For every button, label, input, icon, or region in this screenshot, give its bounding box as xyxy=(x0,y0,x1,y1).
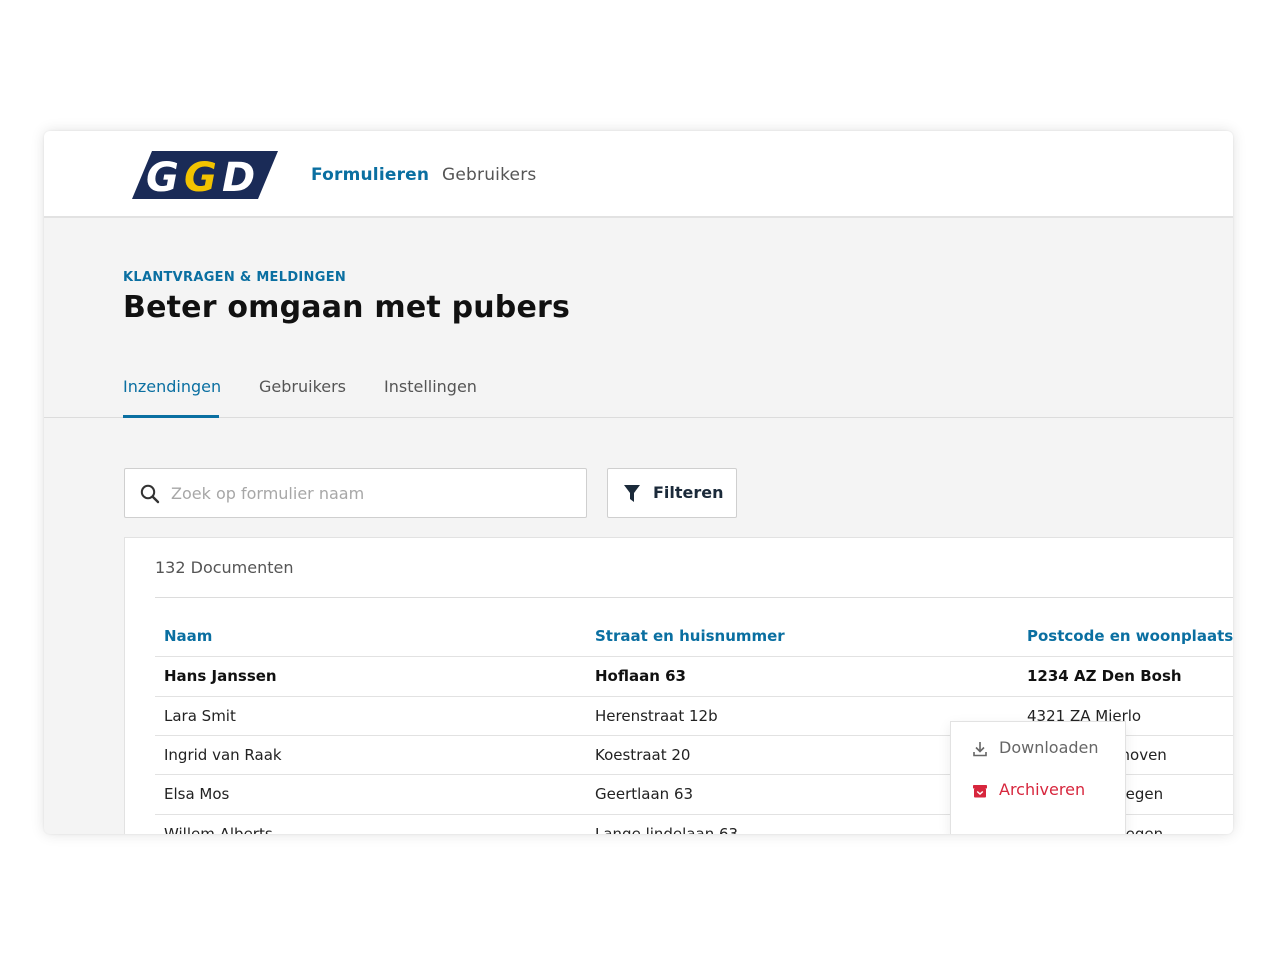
cell-street: Geertlaan 63 xyxy=(595,785,694,803)
cell-postal: 1234 AZ Den Bosh xyxy=(1027,667,1182,685)
cell-street: Herenstraat 12b xyxy=(595,707,718,725)
top-navigation-bar: G G D Formulieren Gebruikers xyxy=(44,131,1233,218)
topnav-gebruikers[interactable]: Gebruikers xyxy=(442,165,536,185)
ggd-logo[interactable]: G G D xyxy=(132,151,278,199)
search-input[interactable] xyxy=(171,469,571,517)
tab-inzendingen[interactable]: Inzendingen xyxy=(123,377,221,396)
svg-text:D: D xyxy=(222,155,255,199)
row-context-menu: Downloaden Archiveren xyxy=(950,721,1126,834)
svg-text:G: G xyxy=(146,155,179,199)
tab-instellingen[interactable]: Instellingen xyxy=(384,377,477,396)
cell-name: Lara Smit xyxy=(164,707,236,725)
cell-street: Hoflaan 63 xyxy=(595,667,686,685)
cell-street: Lange lindelaan 63 xyxy=(595,825,739,834)
archive-label: Archiveren xyxy=(999,780,1086,799)
cell-name: Willem Alberts xyxy=(164,825,273,834)
breadcrumb-eyebrow: KLANTVRAGEN & MELDINGEN xyxy=(123,270,347,285)
column-header-postcode[interactable]: Postcode en woonplaats xyxy=(1027,627,1233,645)
column-header-straat[interactable]: Straat en huisnummer xyxy=(595,627,785,645)
document-count: 132 Documenten xyxy=(155,558,294,577)
cell-name: Hans Janssen xyxy=(164,667,277,685)
search-box[interactable] xyxy=(124,468,587,518)
download-label: Downloaden xyxy=(999,738,1099,757)
cell-name: Ingrid van Raak xyxy=(164,746,282,764)
tab-gebruikers[interactable]: Gebruikers xyxy=(259,377,346,396)
column-header-naam[interactable]: Naam xyxy=(164,627,212,645)
filter-icon xyxy=(624,485,640,502)
download-icon xyxy=(973,742,987,757)
divider xyxy=(155,597,1233,598)
tab-bar: Inzendingen Gebruikers Instellingen xyxy=(44,367,1233,418)
download-menu-item[interactable]: Downloaden xyxy=(951,732,1125,768)
filter-button[interactable]: Filteren xyxy=(607,468,737,518)
archive-menu-item[interactable]: Archiveren xyxy=(951,774,1125,810)
cell-name: Elsa Mos xyxy=(164,785,230,803)
active-tab-indicator xyxy=(123,415,219,418)
archive-icon xyxy=(973,785,987,798)
page-title: Beter omgaan met pubers xyxy=(123,290,571,325)
table-row[interactable]: Hans Janssen Hoflaan 63 1234 AZ Den Bosh xyxy=(155,656,1233,696)
svg-text:G: G xyxy=(184,155,217,199)
app-window: G G D Formulieren Gebruikers KLANTVRAGEN… xyxy=(44,131,1233,834)
cell-street: Koestraat 20 xyxy=(595,746,691,764)
search-icon xyxy=(140,484,160,504)
filter-label: Filteren xyxy=(653,483,724,502)
topnav-formulieren[interactable]: Formulieren xyxy=(311,165,429,185)
